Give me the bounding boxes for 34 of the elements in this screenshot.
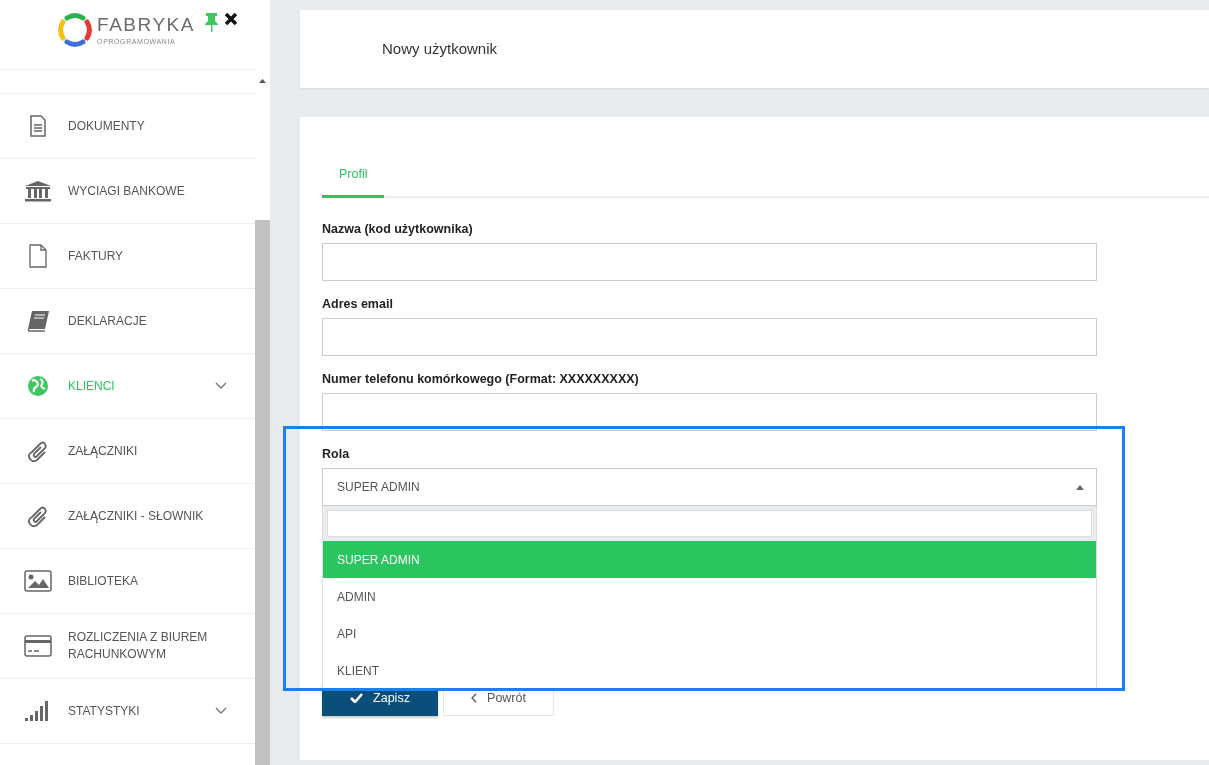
input-field[interactable] [322, 243, 1097, 281]
chevron-down-icon[interactable] [215, 707, 227, 715]
field-label: Nazwa (kod użytkownika) [322, 222, 474, 237]
chevron-down-icon[interactable] [215, 382, 227, 390]
role-select[interactable]: SUPER ADMIN [322, 468, 1097, 506]
field-label: Rola [322, 447, 351, 462]
search-field[interactable] [327, 510, 1092, 537]
sidebar-item[interactable]: DEKLARACJE [0, 289, 255, 354]
signal-bars-icon [25, 700, 51, 722]
credit-card-icon [24, 635, 52, 657]
logo-name: FABRYKA [97, 15, 195, 34]
input-field[interactable] [322, 318, 1097, 356]
bank-icon [24, 180, 52, 202]
field-label: Adres email [322, 297, 394, 312]
paperclip-icon [27, 505, 49, 527]
scrollbar[interactable] [255, 0, 270, 765]
chevron-left-icon [471, 693, 478, 703]
close-icon[interactable] [223, 12, 238, 26]
file-icon [29, 244, 47, 268]
pin-icon[interactable] [204, 12, 218, 32]
globe-icon [27, 375, 49, 397]
dropdown-option[interactable]: API [323, 615, 1096, 652]
field-label: Numer telefonu komórkowego (Format: XXXXXXXXX) [322, 372, 640, 387]
page-title: Nowy użytkownik [382, 38, 498, 59]
scrollbar-thumb[interactable] [255, 220, 270, 765]
book-icon [26, 310, 50, 332]
dropdown-option[interactable]: ADMIN [323, 578, 1096, 615]
caret-icon [1076, 484, 1084, 490]
image-icon [24, 570, 52, 592]
checkmark-icon [350, 693, 364, 703]
input-field[interactable] [322, 393, 1097, 431]
document-icon [30, 115, 46, 137]
logo-icon [57, 12, 94, 48]
paperclip-icon [27, 440, 49, 462]
